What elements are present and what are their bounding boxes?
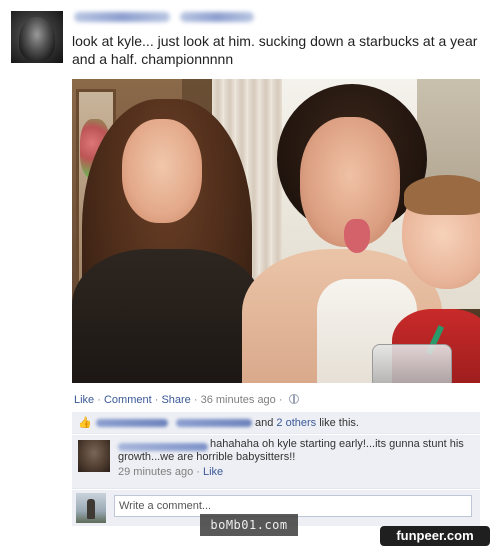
- comment-meta: 29 minutes ago · Like: [118, 466, 223, 479]
- like-link[interactable]: Like: [74, 394, 94, 406]
- post-photo[interactable]: [72, 79, 480, 383]
- comment-timestamp[interactable]: 29 minutes ago: [118, 466, 193, 478]
- photo-person-left-body: [72, 249, 262, 383]
- poster-avatar[interactable]: [11, 11, 63, 63]
- thumbs-up-icon: 👍: [78, 417, 92, 429]
- photo-tongue: [344, 219, 370, 253]
- avatar-figure: [87, 499, 95, 519]
- watermark-right: funpeer.com: [380, 526, 490, 546]
- liker-name-blurred[interactable]: [176, 419, 252, 427]
- likes-text-mid: and: [255, 417, 277, 429]
- current-user-avatar[interactable]: [76, 493, 106, 523]
- likes-text-end: like this.: [316, 417, 359, 429]
- likes-others-link[interactable]: 2 others: [276, 417, 316, 429]
- comment-like-link[interactable]: Like: [203, 466, 223, 478]
- share-link[interactable]: Share: [161, 394, 190, 406]
- likes-summary: 👍 and 2 others like this.: [72, 412, 480, 434]
- watermark-left: boMb01.com: [200, 514, 298, 536]
- poster-name-blurred[interactable]: [74, 12, 170, 22]
- action-separator: ·: [151, 394, 162, 406]
- post-timestamp[interactable]: 36 minutes ago: [201, 394, 276, 406]
- action-separator: ·: [190, 394, 201, 406]
- comment-text: hahahaha oh kyle starting early!...its g…: [118, 438, 464, 463]
- action-separator: ·: [275, 394, 286, 406]
- facebook-post: look at kyle... just look at him. suckin…: [0, 0, 500, 546]
- comment-item: hahahaha oh kyle starting early!...its g…: [72, 435, 480, 489]
- avatar-photo: [19, 17, 55, 61]
- photo-cup: [372, 344, 452, 383]
- photo-person-left-face: [122, 119, 202, 223]
- likes-text: and 2 others like this.: [255, 412, 359, 434]
- post-actions: Like · Comment · Share · 36 minutes ago …: [74, 393, 299, 407]
- globe-icon[interactable]: [288, 394, 299, 404]
- photo-baby-hair: [404, 175, 480, 215]
- comment-link[interactable]: Comment: [104, 394, 152, 406]
- liker-name-blurred[interactable]: [96, 419, 168, 427]
- status-text: look at kyle... just look at him. suckin…: [72, 33, 478, 67]
- commenter-avatar[interactable]: [78, 440, 110, 472]
- action-separator: ·: [94, 394, 104, 406]
- comment-meta-separator: ·: [193, 466, 203, 478]
- target-name-blurred[interactable]: [180, 12, 254, 22]
